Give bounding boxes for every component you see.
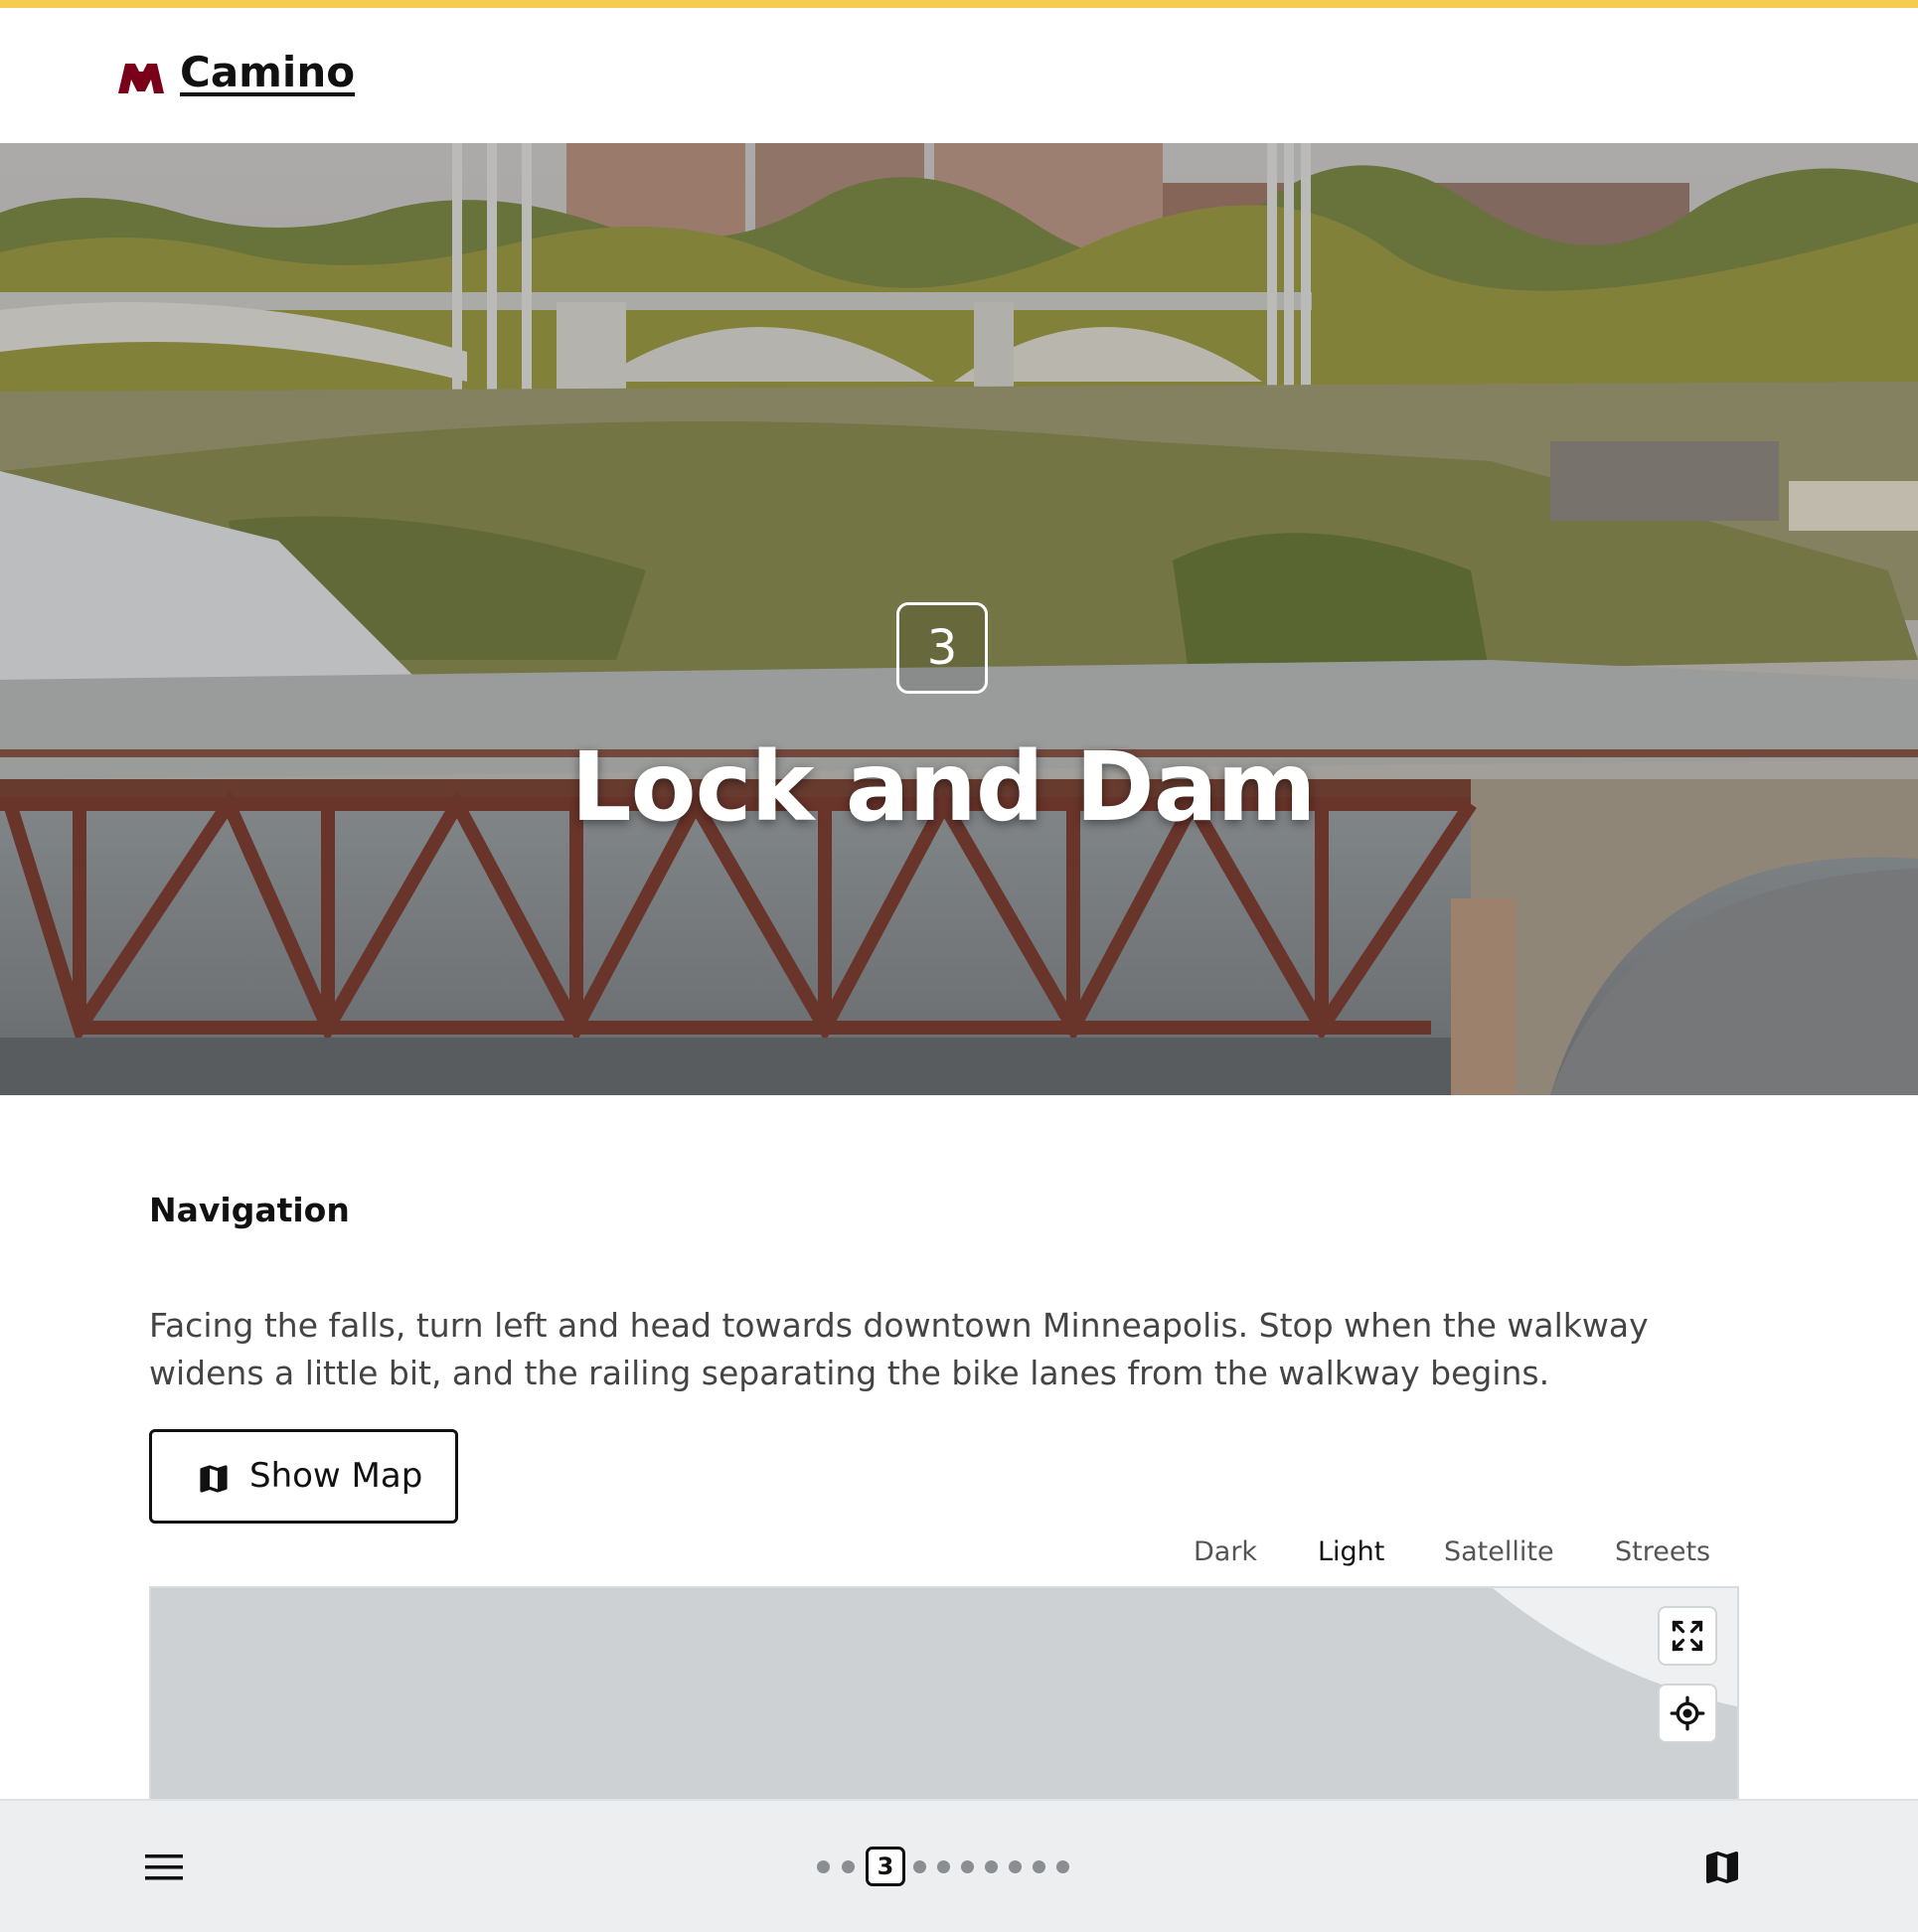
map-style-light-tab[interactable]: Light (1318, 1536, 1384, 1567)
pager-dot[interactable] (1009, 1860, 1022, 1873)
map-locate-button[interactable] (1658, 1684, 1717, 1743)
pager-dot[interactable] (961, 1860, 974, 1873)
site-header: Camino (0, 8, 1918, 143)
hamburger-menu-icon[interactable] (145, 1852, 183, 1882)
map-style-dark-tab[interactable]: Dark (1194, 1536, 1257, 1567)
pager-dot[interactable] (817, 1860, 830, 1873)
navigation-instructions: Facing the falls, turn left and head tow… (149, 1306, 1649, 1392)
map-view[interactable] (149, 1586, 1739, 1805)
brand-home-link[interactable]: Camino (180, 48, 355, 96)
map-icon[interactable] (1703, 1849, 1741, 1886)
stop-title: Lock and Dam (570, 731, 1316, 843)
locate-icon (1670, 1695, 1705, 1731)
navigation-heading: Navigation (149, 1191, 350, 1229)
map-style-streets-tab[interactable]: Streets (1615, 1536, 1710, 1567)
bottom-navigation-bar: 3 (0, 1799, 1918, 1932)
fullscreen-icon (1672, 1620, 1703, 1652)
pager-dot[interactable] (842, 1860, 855, 1873)
pager-dot[interactable] (1056, 1860, 1069, 1873)
university-logo-icon[interactable] (116, 58, 166, 97)
pager-current-stop[interactable]: 3 (866, 1847, 905, 1886)
map-fullscreen-button[interactable] (1658, 1606, 1717, 1666)
show-map-label: Show Map (249, 1456, 423, 1496)
pager-dot[interactable] (913, 1860, 926, 1873)
top-accent-bar (0, 0, 1918, 8)
map-shoreline (1493, 1588, 1737, 1707)
pager-dot[interactable] (937, 1860, 950, 1873)
map-icon (200, 1465, 228, 1493)
map-style-satellite-tab[interactable]: Satellite (1444, 1536, 1554, 1567)
stop-number-badge: 3 (896, 602, 988, 694)
hero-banner: 3 Lock and Dam (0, 143, 1918, 1095)
pager-dot[interactable] (1033, 1860, 1045, 1873)
show-map-button[interactable]: Show Map (149, 1429, 458, 1524)
pager-dot[interactable] (985, 1860, 998, 1873)
